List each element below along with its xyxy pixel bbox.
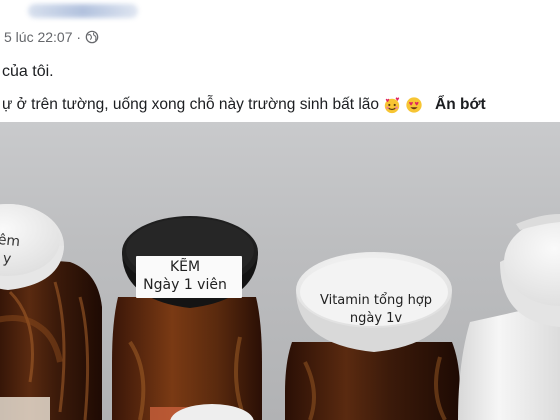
supplement-bottles-photo: [0, 204, 560, 420]
post-timestamp[interactable]: 5 lúc 22:07 ·: [4, 29, 81, 45]
cap-label-left: êm y: [0, 228, 50, 272]
post-text-line-2: ự ở trên tường, uống xong chỗ này trường…: [2, 96, 486, 114]
post-photo[interactable]: êm y KẼM Ngày 1 viên Vitamin tổng hợp ng…: [0, 122, 560, 420]
heart-eyes-icon: [406, 97, 422, 113]
cap-label-vitamin-text: Vitamin tổng hợp ngày 1v: [319, 293, 433, 326]
post-meta[interactable]: 5 lúc 22:07 ·: [4, 29, 99, 45]
see-less-link[interactable]: Ẩn bớt: [435, 96, 486, 114]
cap-label-kem-text: KẼM Ngày 1 viên: [143, 259, 227, 293]
post-header: 5 lúc 22:07 · của tôi. ự ở trên tường, u…: [0, 0, 560, 114]
post-text-line-1: của tôi.: [2, 63, 54, 80]
post-text-line-2-text: ự ở trên tường, uống xong chỗ này trường…: [2, 96, 380, 113]
smiling-face-with-hearts-icon: [384, 97, 400, 114]
bottle-kem: [112, 216, 262, 420]
cap-label-left-text: êm y: [0, 231, 21, 268]
bottle-white-right: [458, 214, 560, 420]
bottle-vitamin: [285, 252, 460, 420]
blurred-author-name: [28, 4, 138, 18]
globe-icon: [85, 30, 99, 44]
cap-label-vitamin: Vitamin tổng hợp ngày 1v: [296, 292, 456, 328]
cap-label-kem: KẼM Ngày 1 viên: [133, 258, 237, 294]
